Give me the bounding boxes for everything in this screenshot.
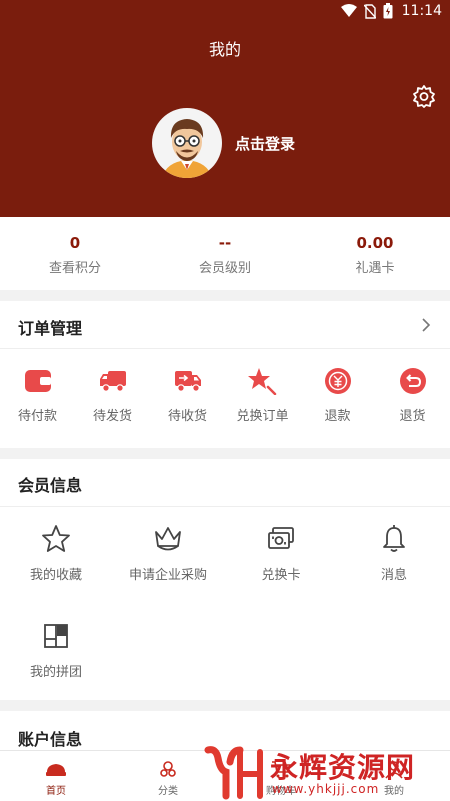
- order-exchange[interactable]: 兑换订单: [225, 367, 300, 424]
- status-bar: 11:14: [0, 0, 450, 24]
- wifi-icon: [340, 4, 357, 17]
- truck-icon: [99, 371, 126, 392]
- avatar[interactable]: [152, 108, 222, 178]
- order-label: 待收货: [167, 409, 207, 424]
- member-card: 会员信息 我的收藏 申请企业采购 兑换卡 消息 我的拼团: [0, 459, 450, 700]
- watermark-url: www.yhkjjj.com: [272, 782, 380, 796]
- exchange-star-icon: [247, 368, 276, 395]
- member-label: 我的收藏: [29, 568, 82, 583]
- member-exchange-card[interactable]: 兑换卡: [225, 524, 337, 583]
- account-section-title: 账户信息: [18, 730, 83, 749]
- watermark-logo-icon: [204, 746, 263, 800]
- home-icon: [46, 764, 66, 776]
- star-icon: [42, 525, 70, 552]
- order-to-ship[interactable]: 待发货: [75, 367, 150, 424]
- member-messages[interactable]: 消息: [338, 524, 450, 583]
- stat-label: 会员级别: [198, 261, 251, 276]
- refund-icon: [324, 368, 351, 394]
- member-label: 申请企业采购: [128, 568, 207, 583]
- order-label: 待付款: [17, 409, 57, 424]
- member-section-title: 会员信息: [18, 476, 83, 495]
- member-label: 兑换卡: [261, 568, 301, 583]
- chevron-right-icon[interactable]: [420, 318, 432, 332]
- order-label: 兑换订单: [236, 409, 289, 424]
- divider: [0, 506, 450, 507]
- card-icon: [268, 527, 294, 549]
- login-button[interactable]: 点击登录: [235, 133, 295, 154]
- page-title: 我的: [208, 40, 241, 59]
- wallet-icon: [24, 370, 51, 392]
- crown-icon: [155, 527, 181, 551]
- no-sim-icon: [363, 3, 376, 19]
- settings-gear-icon[interactable]: [412, 84, 436, 108]
- divider: [0, 348, 450, 349]
- order-pending-payment[interactable]: 待付款: [0, 367, 75, 424]
- member-label: 消息: [380, 568, 407, 583]
- tab-home[interactable]: 首页: [0, 751, 112, 801]
- stat-points[interactable]: 0 查看积分: [0, 217, 150, 276]
- order-return[interactable]: 退货: [375, 367, 450, 424]
- order-section-title: 订单管理: [18, 319, 83, 338]
- order-label: 待发货: [92, 409, 132, 424]
- delivery-truck-icon: [174, 371, 201, 392]
- profile-header: 11:14 我的 点击登录: [0, 0, 450, 217]
- bell-icon: [383, 525, 405, 552]
- order-card: 订单管理 待付款 待发货 待收货 兑换订单 退款 退货: [0, 301, 450, 448]
- battery-icon: [383, 3, 393, 19]
- category-icon: [160, 761, 176, 777]
- stat-value: 0.00: [356, 234, 394, 252]
- return-icon: [399, 368, 426, 394]
- member-group-buy[interactable]: 我的拼团: [0, 621, 112, 680]
- order-label: 退款: [324, 409, 351, 424]
- stat-label: 查看积分: [48, 261, 101, 276]
- user-avatar-cartoon-icon: [162, 119, 212, 178]
- status-icons: 11:14: [340, 3, 442, 19]
- watermark-title: 永辉资源网: [270, 751, 416, 784]
- watermark: 永辉资源网 www.yhkjjj.com: [200, 742, 450, 801]
- group-icon: [44, 624, 68, 648]
- stat-value: 0: [69, 234, 81, 252]
- stats-panel: 0 查看积分 -- 会员级别 0.00 礼遇卡: [0, 217, 450, 290]
- order-to-receive[interactable]: 待收货: [150, 367, 225, 424]
- stat-gift-card[interactable]: 0.00 礼遇卡: [300, 217, 450, 276]
- status-time: 11:14: [401, 3, 442, 19]
- stat-label: 礼遇卡: [355, 261, 395, 276]
- member-label: 我的拼团: [29, 665, 82, 680]
- order-refund[interactable]: 退款: [300, 367, 375, 424]
- tab-label: 首页: [46, 786, 66, 797]
- member-favorites[interactable]: 我的收藏: [0, 524, 112, 583]
- stat-member-level[interactable]: -- 会员级别: [150, 217, 300, 276]
- stat-value: --: [218, 234, 232, 252]
- order-label: 退货: [399, 409, 426, 424]
- member-enterprise-purchase[interactable]: 申请企业采购: [112, 524, 224, 583]
